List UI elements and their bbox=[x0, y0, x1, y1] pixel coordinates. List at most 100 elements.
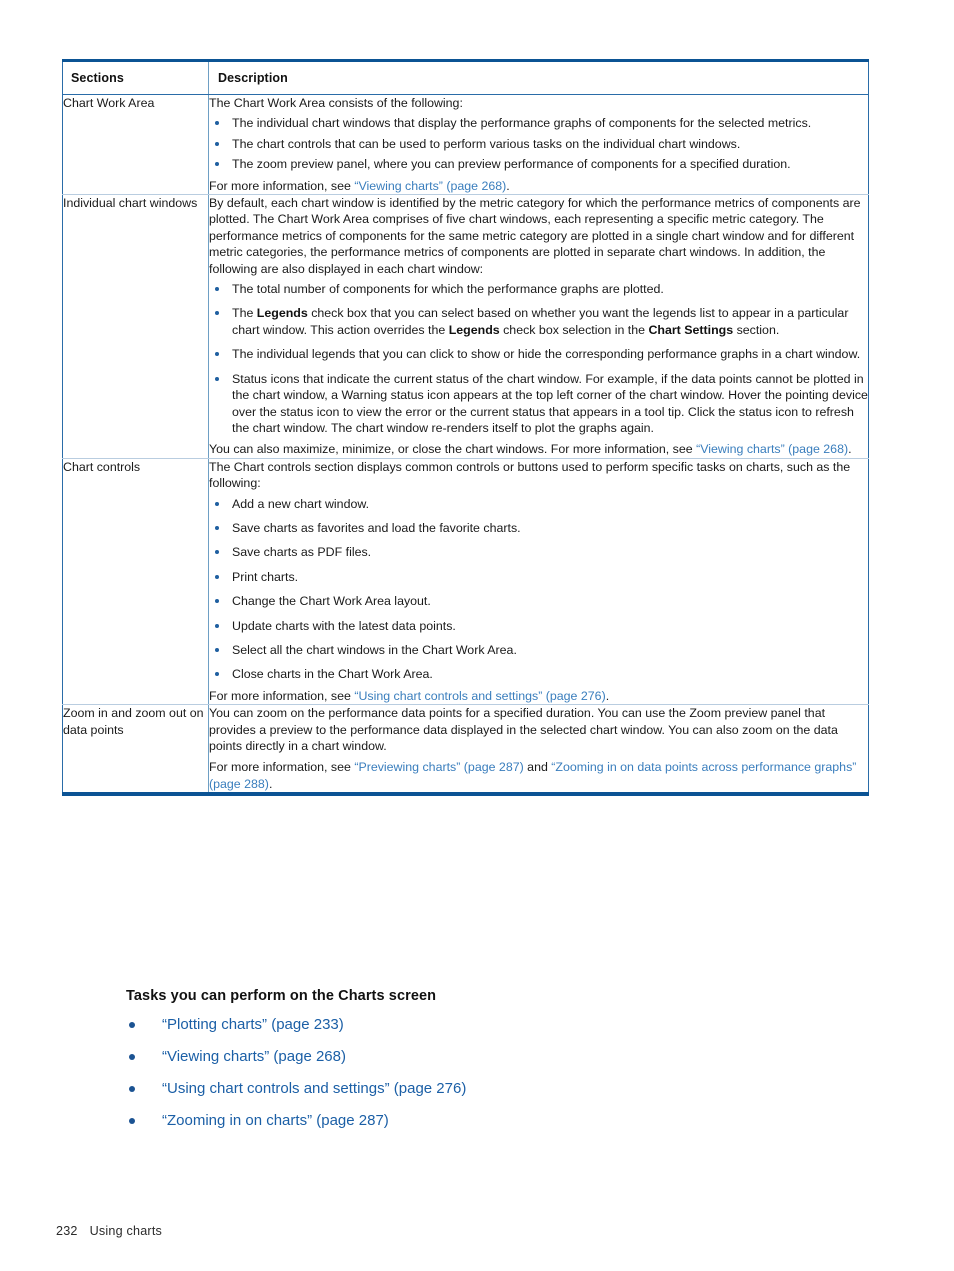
bullet-dot-icon bbox=[215, 647, 219, 652]
list-item-text: The zoom preview panel, where you can pr… bbox=[232, 157, 791, 172]
list-item-text: Change the Chart Work Area layout. bbox=[232, 594, 431, 609]
list-item: “Plotting charts” (page 233) bbox=[126, 1015, 866, 1035]
bullet-dot-icon bbox=[215, 141, 219, 146]
table-header-description-label: Description bbox=[218, 71, 288, 85]
link-viewing-charts[interactable]: “Viewing charts” (page 268) bbox=[696, 442, 848, 456]
bullet-dot-icon bbox=[215, 599, 219, 604]
bullet-dot-icon bbox=[215, 311, 219, 316]
table-header-description: Description bbox=[208, 60, 869, 95]
emphasis-legends: Legends bbox=[448, 322, 500, 337]
link-using-chart-controls-and-settings[interactable]: “Using chart controls and settings” (pag… bbox=[354, 689, 605, 703]
link-viewing-charts[interactable]: “Viewing charts” (page 268) bbox=[162, 1048, 346, 1065]
list-item: Save charts as favorites and load the fa… bbox=[209, 520, 868, 536]
row-description: You can zoom on the performance data poi… bbox=[209, 705, 869, 795]
table-row: Zoom in and zoom out on data points You … bbox=[62, 704, 869, 795]
cross-reference-suffix: . bbox=[605, 688, 610, 703]
row-description: By default, each chart window is identif… bbox=[208, 194, 869, 459]
paragraph-intro: The Chart Work Area consists of the foll… bbox=[209, 96, 463, 110]
link-previewing-charts[interactable]: “Previewing charts” (page 287) bbox=[354, 760, 523, 774]
link-using-chart-controls-and-settings[interactable]: “Using chart controls and settings” (pag… bbox=[162, 1080, 466, 1097]
list-item-text: Select all the chart windows in the Char… bbox=[232, 642, 517, 657]
footer-chapter-title: Using charts bbox=[89, 1224, 163, 1238]
list-item: The total number of components for which… bbox=[209, 281, 868, 297]
link-viewing-charts[interactable]: “Viewing charts” (page 268) bbox=[354, 179, 506, 193]
list-item-text: The chart controls that can be used to p… bbox=[232, 136, 741, 151]
page-footer: 232 Using charts bbox=[56, 1224, 162, 1238]
list-item: “Zooming in on charts” (page 287) bbox=[126, 1111, 866, 1131]
bullet-dot-icon bbox=[215, 550, 219, 555]
list-item: The individual legends that you can clic… bbox=[209, 346, 868, 362]
list-item-text: Update charts with the latest data point… bbox=[232, 618, 456, 633]
tasks-link-list: “Plotting charts” (page 233) “Viewing ch… bbox=[126, 1015, 866, 1131]
bullet-dot-icon bbox=[215, 121, 219, 126]
bullet-dot-icon bbox=[215, 162, 219, 167]
paragraph-cross-reference: For more information, see “Viewing chart… bbox=[209, 178, 868, 194]
bullet-dot-icon bbox=[215, 501, 219, 506]
link-zooming-in-on-charts[interactable]: “Zooming in on charts” (page 287) bbox=[162, 1112, 389, 1129]
table-header-sections-label: Sections bbox=[71, 71, 124, 85]
paragraph-cross-reference: You can also maximize, minimize, or clos… bbox=[209, 441, 868, 457]
tasks-heading: Tasks you can perform on the Charts scre… bbox=[126, 988, 437, 1004]
sections-description-table: Sections Description Chart Work Area The… bbox=[62, 59, 869, 797]
bullet-dot-icon bbox=[129, 1054, 135, 1060]
list-item: Add a new chart window. bbox=[209, 496, 868, 512]
list-item-text-part: The bbox=[232, 306, 257, 321]
link-plotting-charts[interactable]: “Plotting charts” (page 233) bbox=[162, 1016, 344, 1033]
row-section-name: Zoom in and zoom out on data points bbox=[62, 704, 209, 795]
row-section-name: Individual chart windows bbox=[62, 194, 209, 459]
list-item: The zoom preview panel, where you can pr… bbox=[209, 156, 868, 172]
table-row: Individual chart windows By default, eac… bbox=[62, 194, 869, 459]
row-section-name: Chart Work Area bbox=[62, 94, 209, 196]
list-item-text: Save charts as favorites and load the fa… bbox=[232, 520, 521, 535]
paragraph-intro: By default, each chart window is identif… bbox=[209, 196, 861, 276]
bullet-list: Add a new chart window. Save charts as f… bbox=[209, 496, 868, 683]
list-item: The individual chart windows that displa… bbox=[209, 115, 868, 131]
list-item-text: Close charts in the Chart Work Area. bbox=[232, 667, 433, 682]
list-item: Status icons that indicate the current s… bbox=[209, 371, 868, 437]
list-item: Change the Chart Work Area layout. bbox=[209, 593, 868, 609]
list-item-text: The individual legends that you can clic… bbox=[232, 347, 861, 362]
list-item: Close charts in the Chart Work Area. bbox=[209, 666, 868, 682]
bullet-list: The individual chart windows that displa… bbox=[209, 115, 868, 172]
cross-reference-suffix: . bbox=[506, 178, 510, 193]
bullet-dot-icon bbox=[215, 376, 219, 381]
list-item-text: The total number of components for which… bbox=[232, 282, 664, 297]
list-item-text-part: check box selection in the bbox=[499, 322, 649, 337]
cross-reference-prefix: For more information, see bbox=[209, 688, 355, 703]
cross-reference-conjunction: and bbox=[523, 760, 552, 775]
list-item: “Using chart controls and settings” (pag… bbox=[126, 1079, 866, 1099]
document-page: Sections Description Chart Work Area The… bbox=[0, 0, 954, 1271]
table-row: Chart Work Area The Chart Work Area cons… bbox=[62, 94, 869, 196]
bullet-dot-icon bbox=[129, 1118, 135, 1124]
bullet-list: The total number of components for which… bbox=[209, 281, 868, 436]
list-item: Print charts. bbox=[209, 569, 868, 585]
bullet-dot-icon bbox=[215, 352, 219, 357]
list-item: Select all the chart windows in the Char… bbox=[209, 642, 868, 658]
table-header-row: Sections Description bbox=[62, 60, 869, 95]
list-item: Save charts as PDF files. bbox=[209, 544, 868, 560]
row-description: The Chart Work Area consists of the foll… bbox=[208, 94, 869, 196]
paragraph-intro: You can zoom on the performance data poi… bbox=[209, 706, 838, 753]
cross-reference-prefix: For more information, see bbox=[209, 178, 355, 193]
row-description: The Chart controls section displays comm… bbox=[208, 458, 869, 706]
list-item-text-part: section. bbox=[733, 322, 780, 337]
bullet-dot-icon bbox=[215, 287, 219, 292]
table-header-sections: Sections bbox=[62, 60, 209, 95]
list-item: The chart controls that can be used to p… bbox=[209, 136, 868, 152]
list-item: “Viewing charts” (page 268) bbox=[126, 1047, 866, 1067]
bullet-dot-icon bbox=[129, 1022, 135, 1028]
emphasis-legends: Legends bbox=[256, 306, 308, 321]
paragraph-cross-reference: For more information, see “Previewing ch… bbox=[209, 759, 868, 792]
bullet-dot-icon bbox=[215, 623, 219, 628]
cross-reference-prefix: For more information, see bbox=[209, 760, 355, 775]
bullet-dot-icon bbox=[215, 672, 219, 677]
bullet-dot-icon bbox=[215, 525, 219, 530]
emphasis-chart-settings: Chart Settings bbox=[648, 322, 734, 337]
bullet-dot-icon bbox=[215, 574, 219, 579]
cross-reference-suffix: . bbox=[848, 442, 852, 457]
list-item-text: Print charts. bbox=[232, 569, 299, 584]
table-row: Chart controls The Chart controls sectio… bbox=[62, 458, 869, 706]
list-item: Update charts with the latest data point… bbox=[209, 618, 868, 634]
footer-page-number: 232 bbox=[56, 1224, 78, 1238]
list-item: The Legends check box that you can selec… bbox=[209, 305, 868, 338]
